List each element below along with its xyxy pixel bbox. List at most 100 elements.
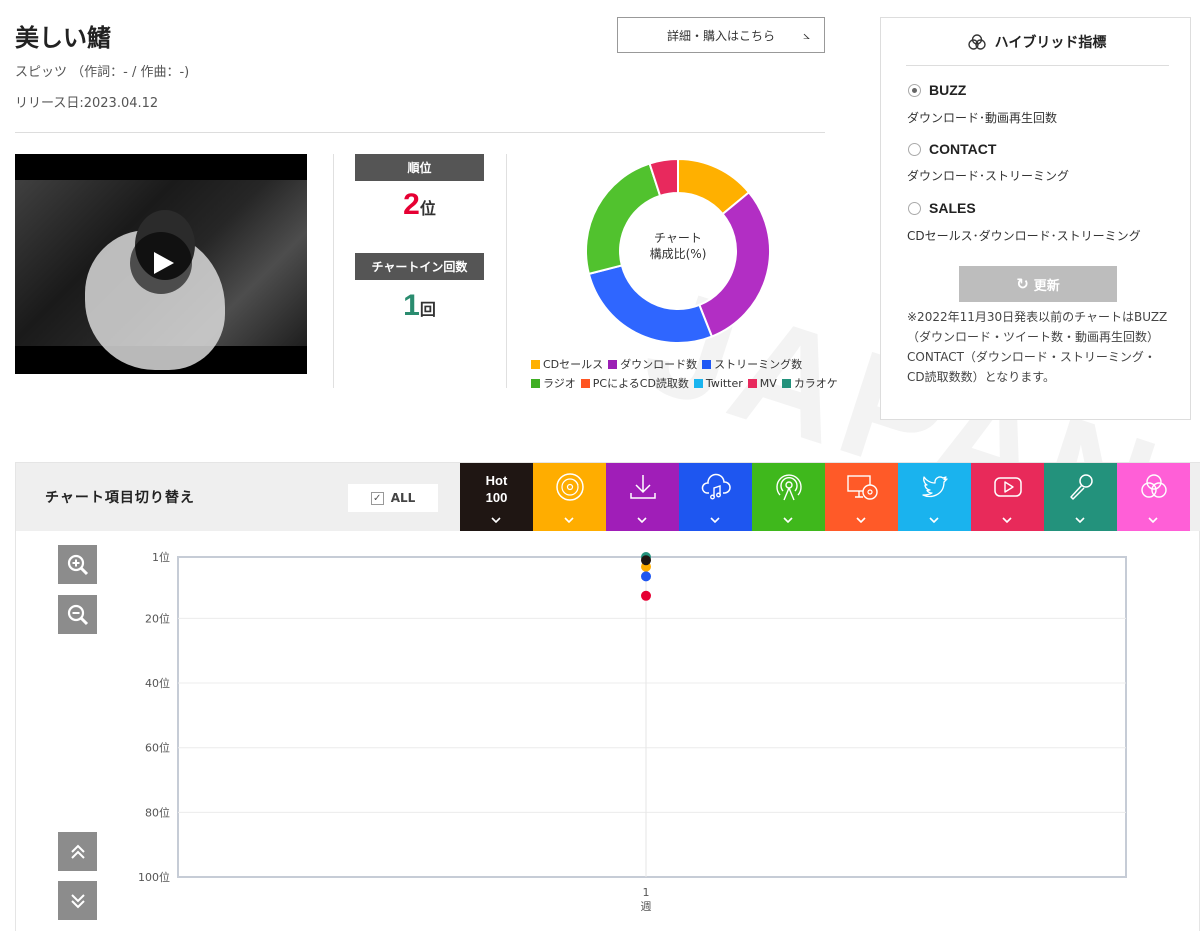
refresh-icon: ↻ bbox=[1016, 275, 1029, 293]
radio-contact[interactable]: CONTACT bbox=[908, 141, 996, 157]
legend-swatch bbox=[608, 359, 618, 369]
rank-point-3 bbox=[641, 555, 651, 566]
tab-karaoke[interactable] bbox=[1044, 463, 1117, 531]
video-player[interactable] bbox=[15, 154, 307, 374]
legend-label: ストリーミング数 bbox=[714, 358, 803, 371]
radio-sales-label: SALES bbox=[929, 200, 976, 216]
hybrid-icon bbox=[967, 34, 987, 54]
rank-history-chart: 1位 20位 40位 60位 80位 100位 1週 bbox=[138, 550, 1127, 913]
legend-swatch bbox=[781, 378, 791, 388]
donut-slice-1 bbox=[698, 190, 771, 338]
radio-sales-desc: CDセールス･ダウンロード･ストリーミング bbox=[907, 229, 1141, 243]
legend-label: MV bbox=[759, 376, 777, 390]
chartin-value: 1回 bbox=[355, 289, 484, 323]
legend-row2-item: PCによるCD読取数 bbox=[580, 375, 689, 391]
legend-swatch bbox=[531, 378, 540, 388]
all-checkbox[interactable]: ✓ ALL bbox=[348, 484, 438, 512]
radio-unselected-icon bbox=[908, 201, 921, 215]
legend-row1-item: ストリーミング数 bbox=[702, 356, 802, 372]
hybrid-title-text: ハイブリッド指標 bbox=[994, 35, 1107, 51]
donut-center-label: チャート 構成比(%) bbox=[582, 230, 774, 262]
legend-swatch bbox=[693, 378, 703, 388]
tab-download[interactable] bbox=[606, 463, 679, 531]
y-tick-label: 60位 bbox=[145, 741, 170, 755]
chevron-down-icon bbox=[637, 517, 647, 523]
legend-row2-item: MV bbox=[747, 375, 777, 391]
chevron-down-icon bbox=[564, 517, 574, 523]
chart-switch-bar: チャート項目切り替え ✓ ALL Hot 100 bbox=[16, 463, 1200, 531]
play-button[interactable] bbox=[130, 232, 192, 294]
donut-center-line1: チャート bbox=[654, 231, 702, 245]
scroll-down-button[interactable] bbox=[58, 881, 97, 920]
double-chevron-up-icon bbox=[70, 844, 85, 859]
chevron-down-icon bbox=[1075, 517, 1085, 523]
donut-slice-2 bbox=[587, 264, 714, 344]
radio-contact-label: CONTACT bbox=[929, 141, 997, 157]
tab-pc-cd-reads[interactable] bbox=[825, 463, 898, 531]
chartin-label: チャートイン回数 bbox=[355, 253, 484, 280]
detail-purchase-label: 詳細・購入はこちら bbox=[666, 28, 775, 43]
zoom-out-button[interactable] bbox=[58, 595, 97, 634]
chevron-down-icon bbox=[1002, 517, 1012, 523]
chevron-down-icon bbox=[783, 517, 793, 523]
all-label: ALL bbox=[390, 491, 416, 505]
youtube-icon bbox=[992, 471, 1024, 503]
legend-label: カラオケ bbox=[793, 377, 838, 390]
hot100-line2: 100 bbox=[485, 490, 508, 505]
y-tick-label: 80位 bbox=[145, 805, 170, 819]
streaming-icon bbox=[700, 471, 732, 503]
chartin-number: 1 bbox=[403, 289, 420, 322]
x-tick-label: 1 bbox=[643, 886, 650, 899]
tab-radio[interactable] bbox=[752, 463, 825, 531]
chartin-unit: 回 bbox=[419, 300, 436, 319]
tab-streaming[interactable] bbox=[679, 463, 752, 531]
chart-category-tabs: Hot 100 bbox=[460, 463, 1190, 531]
tab-cd-sales[interactable] bbox=[533, 463, 606, 531]
radio-buzz[interactable]: BUZZ bbox=[908, 82, 966, 98]
rank-label: 順位 bbox=[355, 154, 484, 181]
tab-mv[interactable] bbox=[971, 463, 1044, 531]
legend-row1-item: CDセールス bbox=[531, 356, 603, 372]
tab-hot100[interactable]: Hot 100 bbox=[460, 463, 533, 531]
zoom-in-button[interactable] bbox=[58, 545, 97, 584]
cd-icon bbox=[554, 471, 586, 503]
update-button[interactable]: ↻ 更新 bbox=[959, 266, 1117, 302]
rank-point-2 bbox=[641, 571, 651, 582]
zoom-out-icon bbox=[67, 604, 88, 625]
chevron-down-icon bbox=[710, 517, 720, 523]
legend-label: Twitter bbox=[705, 376, 743, 390]
detail-purchase-button[interactable]: 詳細・購入はこちら ⦣ bbox=[617, 17, 825, 53]
scroll-up-button[interactable] bbox=[58, 832, 97, 871]
chevron-down-icon bbox=[929, 517, 939, 523]
zoom-in-icon bbox=[67, 554, 88, 575]
plot-area bbox=[177, 556, 1127, 878]
hybrid-note: ※2022年11月30日発表以前のチャートはBUZZ（ダウンロード・ツイート数・… bbox=[907, 310, 1168, 384]
radio-sales[interactable]: SALES bbox=[908, 200, 976, 216]
divider bbox=[333, 154, 334, 388]
tab-hybrid[interactable] bbox=[1117, 463, 1190, 531]
radio-buzz-desc: ダウンロード･動画再生回数 bbox=[907, 111, 1058, 125]
download-icon bbox=[627, 471, 659, 503]
rank-point-4 bbox=[641, 590, 651, 601]
y-tick-label: 20位 bbox=[145, 611, 170, 625]
legend-swatch bbox=[531, 359, 540, 369]
legend-row2-item: Twitter bbox=[693, 375, 743, 391]
legend-swatch bbox=[580, 378, 590, 388]
hybrid-title: ハイブリッド指標 bbox=[881, 32, 1192, 54]
double-chevron-down-icon bbox=[70, 893, 85, 908]
checkbox-checked-icon: ✓ bbox=[370, 491, 384, 505]
legend-row2-item: ラジオ bbox=[531, 375, 576, 391]
legend-row1-item: ダウンロード数 bbox=[608, 356, 697, 372]
legend-label: ダウンロード数 bbox=[620, 358, 698, 371]
legend-swatch bbox=[747, 378, 757, 388]
release-date: リリース日:2023.04.12 bbox=[15, 96, 159, 111]
y-tick-label: 1位 bbox=[152, 550, 170, 564]
legend-swatch bbox=[702, 359, 712, 369]
chart-switch-title: チャート項目切り替え bbox=[45, 490, 195, 506]
tab-twitter[interactable] bbox=[898, 463, 971, 531]
external-arrow-icon: ⦣ bbox=[803, 28, 810, 42]
play-icon bbox=[154, 252, 174, 274]
radio-broadcast-icon bbox=[773, 471, 805, 503]
donut-center-line2: 構成比(%) bbox=[649, 247, 707, 261]
chevron-down-icon bbox=[856, 517, 866, 523]
